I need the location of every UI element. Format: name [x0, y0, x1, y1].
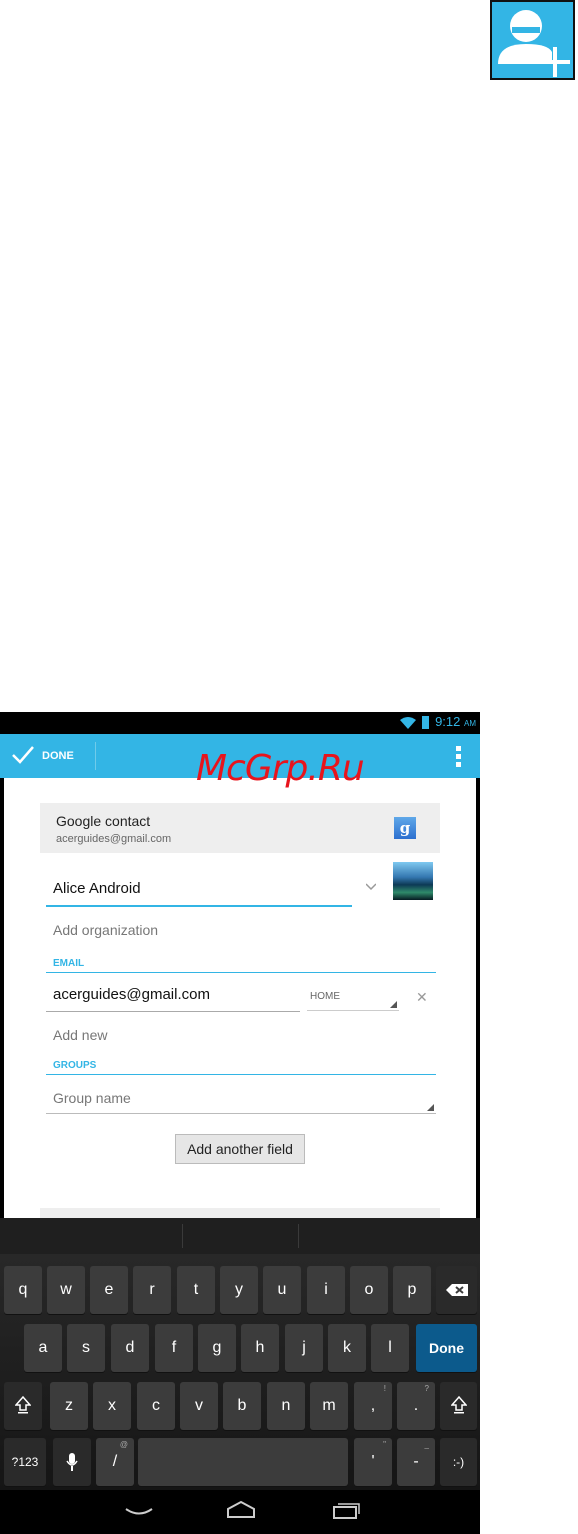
key-i[interactable]: i — [307, 1266, 345, 1314]
back-down-icon[interactable] — [124, 1506, 154, 1518]
remove-email-icon[interactable]: ✕ — [416, 989, 428, 1006]
key-period-label: . — [413, 1397, 419, 1414]
done-button[interactable]: DONE — [0, 734, 95, 778]
key-q[interactable]: q — [4, 1266, 42, 1314]
key-dash-alt: _ — [424, 1440, 429, 1449]
key-apostrophe-label: ' — [371, 1453, 375, 1470]
email-section-divider — [46, 972, 436, 973]
group-name-placeholder: Group name — [53, 1090, 131, 1106]
key-k[interactable]: k — [328, 1324, 366, 1372]
chevron-down-icon[interactable] — [366, 882, 376, 892]
overflow-menu-icon[interactable] — [448, 744, 468, 768]
key-l[interactable]: l — [371, 1324, 409, 1372]
name-value: Alice Android — [53, 880, 141, 897]
space-key[interactable] — [138, 1438, 348, 1486]
microphone-icon — [66, 1453, 78, 1471]
checkmark-icon — [12, 746, 34, 764]
wifi-icon — [400, 717, 416, 729]
edit-contact-form: Google contact acerguides@gmail.com g Al… — [4, 778, 476, 1222]
key-r[interactable]: r — [133, 1266, 171, 1314]
key-period[interactable]: ? . — [397, 1382, 435, 1430]
shift-icon — [14, 1395, 32, 1414]
key-h[interactable]: h — [241, 1324, 279, 1372]
key-c[interactable]: c — [137, 1382, 175, 1430]
key-a[interactable]: a — [24, 1324, 62, 1372]
email-type-select[interactable]: HOME — [307, 984, 399, 1011]
account-header: Google contact acerguides@gmail.com g — [40, 803, 440, 853]
suggestion-strip — [0, 1218, 480, 1254]
backspace-icon — [445, 1284, 468, 1296]
key-slash-label: / — [112, 1453, 118, 1470]
groups-section-divider — [46, 1074, 436, 1075]
contact-photo[interactable] — [393, 862, 433, 900]
key-comma-label: , — [370, 1397, 376, 1414]
key-e[interactable]: e — [90, 1266, 128, 1314]
add-organization-link[interactable]: Add organization — [53, 922, 158, 938]
key-period-alt: ? — [424, 1384, 429, 1393]
shift-icon — [449, 1395, 468, 1414]
status-time: 9:12 AM — [435, 714, 476, 729]
account-type: Google contact — [56, 813, 151, 829]
add-new-email-link[interactable]: Add new — [53, 1027, 107, 1043]
add-contact-icon — [490, 0, 575, 80]
backspace-key[interactable] — [436, 1266, 477, 1314]
key-v[interactable]: v — [180, 1382, 218, 1430]
key-dash[interactable]: _ - — [397, 1438, 435, 1486]
key-y[interactable]: y — [220, 1266, 258, 1314]
key-x[interactable]: x — [93, 1382, 131, 1430]
action-bar-divider — [95, 742, 96, 770]
voice-input-key[interactable] — [53, 1438, 91, 1486]
soft-keyboard: q w e r t y u i o p a s d f g h j k l Do… — [0, 1218, 480, 1490]
key-apostrophe-alt: " — [383, 1440, 386, 1449]
name-field[interactable]: Alice Android — [46, 871, 352, 907]
email-type-value: HOME — [310, 991, 340, 1002]
done-key[interactable]: Done — [416, 1324, 477, 1372]
add-another-field-button[interactable]: Add another field — [175, 1134, 305, 1164]
smiley-key[interactable]: :-) — [440, 1438, 477, 1486]
key-u[interactable]: u — [263, 1266, 301, 1314]
device-screenshot: 9:12 AM DONE Google contact acerguides@g… — [0, 712, 480, 1534]
key-j[interactable]: j — [285, 1324, 323, 1372]
key-slash[interactable]: @ / — [96, 1438, 134, 1486]
key-m[interactable]: m — [310, 1382, 348, 1430]
email-section-label: EMAIL — [53, 958, 85, 969]
email-field[interactable]: acerguides@gmail.com — [46, 983, 300, 1012]
status-bar: 9:12 AM — [0, 712, 480, 734]
email-value: acerguides@gmail.com — [53, 986, 210, 1003]
key-comma-alt: ! — [383, 1384, 386, 1393]
recent-apps-icon[interactable] — [332, 1500, 360, 1520]
shift-key-right[interactable] — [440, 1382, 477, 1430]
key-dash-label: - — [413, 1453, 419, 1470]
key-p[interactable]: p — [393, 1266, 431, 1314]
key-z[interactable]: z — [50, 1382, 88, 1430]
key-slash-alt: @ — [119, 1440, 128, 1449]
symbols-key[interactable]: ?123 — [4, 1438, 46, 1486]
key-f[interactable]: f — [155, 1324, 193, 1372]
key-apostrophe[interactable]: " ' — [354, 1438, 392, 1486]
battery-icon — [422, 716, 429, 729]
home-icon[interactable] — [226, 1500, 256, 1518]
key-t[interactable]: t — [177, 1266, 215, 1314]
navigation-bar — [0, 1490, 480, 1534]
dropdown-corner-icon — [390, 1001, 397, 1008]
google-icon: g — [394, 817, 416, 839]
account-email: acerguides@gmail.com — [56, 833, 172, 845]
key-d[interactable]: d — [111, 1324, 149, 1372]
key-o[interactable]: o — [350, 1266, 388, 1314]
status-ampm: AM — [464, 719, 476, 728]
key-n[interactable]: n — [267, 1382, 305, 1430]
key-comma[interactable]: ! , — [354, 1382, 392, 1430]
group-name-select[interactable]: Group name — [46, 1087, 436, 1114]
key-g[interactable]: g — [198, 1324, 236, 1372]
done-label: DONE — [42, 750, 74, 762]
dropdown-corner-icon — [427, 1104, 434, 1111]
shift-key-left[interactable] — [4, 1382, 42, 1430]
key-b[interactable]: b — [223, 1382, 261, 1430]
status-time-value: 9:12 — [435, 714, 461, 729]
key-s[interactable]: s — [67, 1324, 105, 1372]
watermark-text: McGrp.Ru — [196, 748, 365, 789]
groups-section-label: GROUPS — [53, 1060, 97, 1071]
key-w[interactable]: w — [47, 1266, 85, 1314]
